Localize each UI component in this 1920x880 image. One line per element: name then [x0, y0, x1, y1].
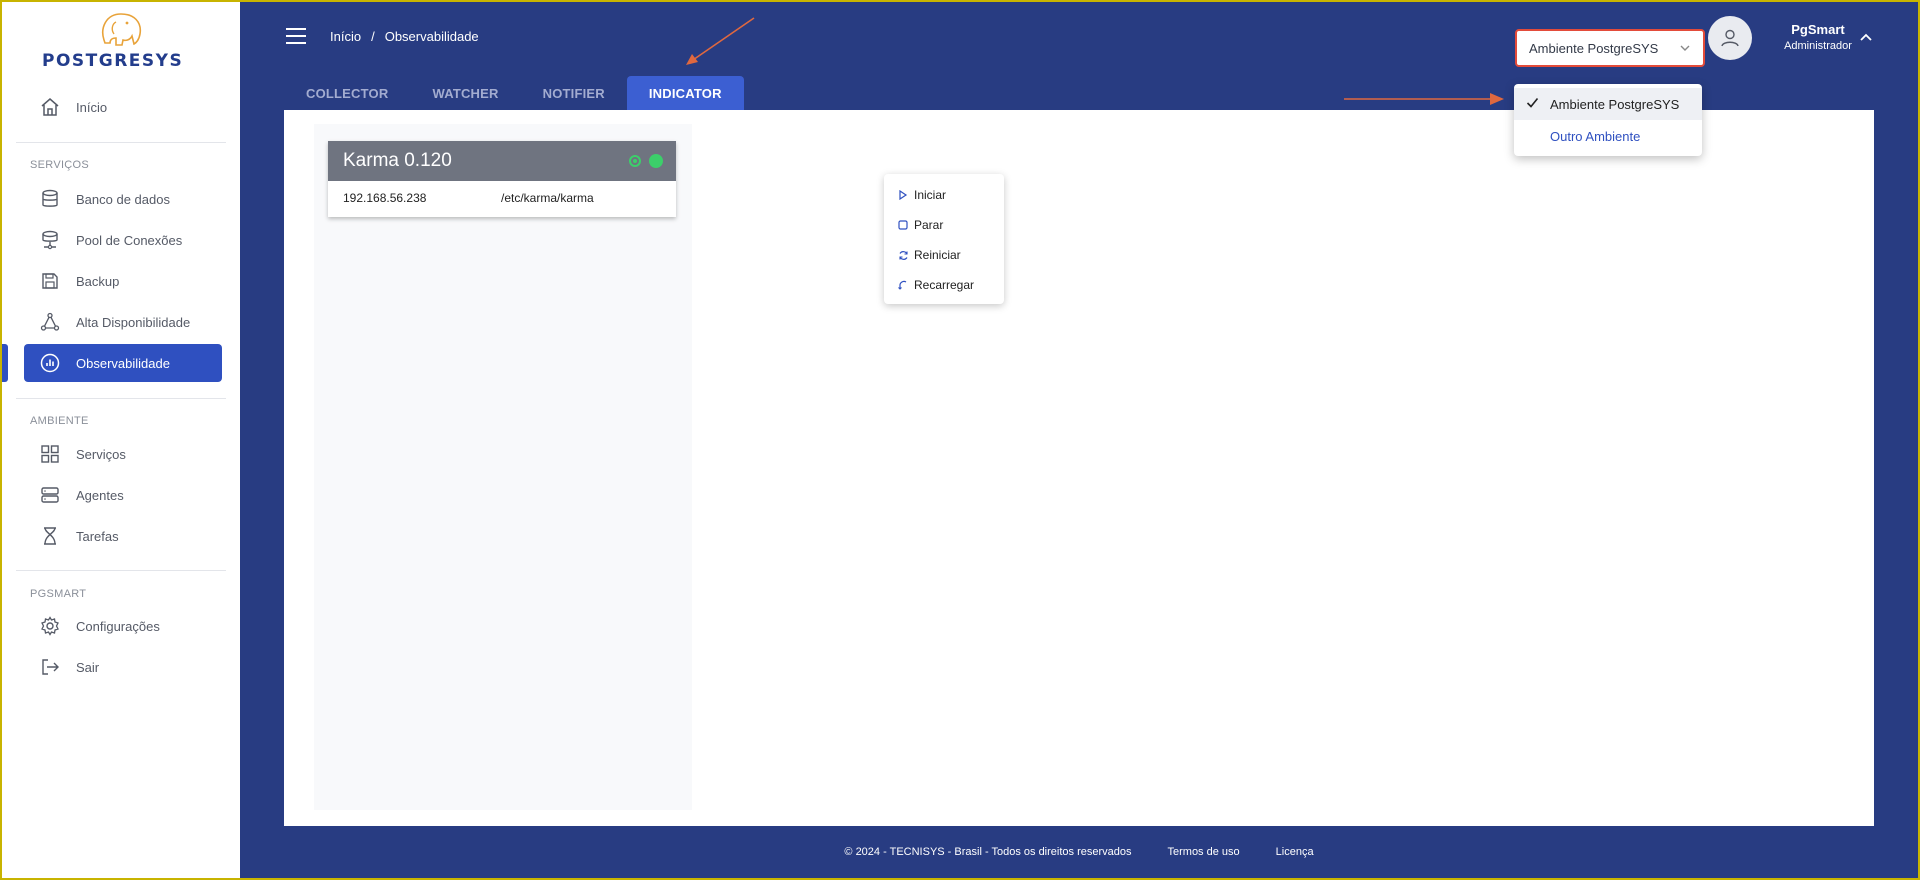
- menu-item-label: Recarregar: [914, 278, 975, 292]
- sidebar-item-label: Backup: [76, 273, 120, 289]
- tab-indicator[interactable]: INDICATOR: [626, 76, 744, 110]
- sidebar-item-label: Agentes: [76, 487, 124, 503]
- play-icon: [896, 188, 910, 202]
- sidebar-item-label: Serviços: [76, 446, 126, 462]
- tab-watcher[interactable]: WATCHER: [410, 76, 520, 110]
- menu-item-recarregar[interactable]: Recarregar: [884, 270, 1004, 300]
- server-icon: [38, 483, 62, 507]
- sidebar-item-pool-de-conexoes[interactable]: Pool de Conexões: [24, 221, 222, 259]
- tab-collector[interactable]: COLLECTOR: [284, 76, 410, 110]
- sidebar-item-label: Configurações: [76, 618, 160, 634]
- chevron-up-icon[interactable]: [1858, 30, 1874, 51]
- sidebar-item-label: Pool de Conexões: [76, 232, 183, 248]
- chevron-down-icon: [1679, 42, 1691, 57]
- section-label-servicos: SERVIÇOS: [30, 159, 90, 171]
- breadcrumb-current: Observabilidade: [384, 29, 479, 44]
- sidebar-item-servicos[interactable]: Serviços: [24, 435, 222, 473]
- service-ip: 192.168.56.238: [343, 191, 427, 205]
- sidebar: POSTGRESYS Início SERVIÇOS Banco de dado…: [2, 2, 240, 878]
- environment-option-outro[interactable]: Outro Ambiente: [1514, 120, 1702, 152]
- indicator-column: [314, 124, 692, 810]
- menu-item-label: Reiniciar: [914, 248, 961, 262]
- tab-notifier[interactable]: NOTIFIER: [521, 76, 627, 110]
- environment-option-postgresys[interactable]: Ambiente PostgreSYS: [1514, 88, 1702, 120]
- service-card-header: Karma 0.120: [328, 141, 676, 181]
- user-name: PgSmart: [1791, 22, 1845, 37]
- section-label-ambiente: AMBIENTE: [30, 415, 89, 427]
- sidebar-item-backup[interactable]: Backup: [24, 262, 222, 300]
- cluster-icon: [38, 310, 62, 334]
- breadcrumb: Início / Observabilidade: [330, 29, 479, 44]
- service-path: /etc/karma/karma: [501, 191, 594, 205]
- gear-icon: [38, 614, 62, 638]
- service-context-menu: Iniciar Parar Reiniciar Recarregar: [884, 174, 1004, 304]
- sidebar-item-observabilidade[interactable]: Observabilidade: [24, 344, 222, 382]
- status-dot-icon[interactable]: [649, 154, 663, 168]
- menu-toggle-icon[interactable]: [286, 28, 306, 44]
- refresh-icon: [896, 248, 910, 262]
- status-ring-icon: [629, 155, 641, 167]
- home-icon: [38, 95, 62, 119]
- sidebar-item-label: Observabilidade: [76, 355, 170, 371]
- sidebar-item-label: Início: [76, 99, 108, 115]
- service-card-title: Karma 0.120: [343, 150, 452, 171]
- environment-option-label: Outro Ambiente: [1550, 128, 1641, 144]
- environment-select-value: Ambiente PostgreSYS: [1529, 40, 1659, 56]
- footer-copyright: © 2024 - TECNISYS - Brasil - Todos os di…: [844, 846, 1132, 858]
- footer-terms-link[interactable]: Termos de uso: [1168, 846, 1240, 858]
- active-nav-marker: [0, 344, 8, 382]
- service-card[interactable]: Karma 0.120 192.168.56.238 /etc/karma/ka…: [328, 141, 676, 217]
- user-icon: [1721, 29, 1739, 47]
- grid-icon: [38, 442, 62, 466]
- menu-item-parar[interactable]: Parar: [884, 210, 1004, 240]
- database-network-icon: [38, 228, 62, 252]
- environment-dropdown: Ambiente PostgreSYS Outro Ambiente: [1514, 84, 1702, 156]
- chart-circle-icon: [38, 351, 62, 375]
- footer-license-link[interactable]: Licença: [1276, 846, 1314, 858]
- menu-item-reiniciar[interactable]: Reiniciar: [884, 240, 1004, 270]
- section-label-pgsmart: PGSMART: [30, 588, 87, 600]
- sidebar-item-label: Banco de dados: [76, 191, 170, 207]
- sidebar-item-sair[interactable]: Sair: [24, 648, 222, 686]
- logout-icon: [38, 655, 62, 679]
- database-icon: [38, 187, 62, 211]
- menu-item-iniciar[interactable]: Iniciar: [884, 180, 1004, 210]
- save-icon: [38, 269, 62, 293]
- menu-item-label: Iniciar: [914, 188, 947, 202]
- sidebar-item-configuracoes[interactable]: Configurações: [24, 607, 222, 645]
- footer: © 2024 - TECNISYS - Brasil - Todos os di…: [240, 842, 1918, 862]
- sidebar-divider: [16, 142, 226, 143]
- hourglass-icon: [38, 524, 62, 548]
- environment-option-label: Ambiente PostgreSYS: [1550, 96, 1680, 112]
- check-icon: [1526, 96, 1542, 112]
- sidebar-item-inicio[interactable]: Início: [24, 88, 222, 126]
- sidebar-divider: [16, 570, 226, 571]
- reload-icon: [896, 278, 910, 292]
- sidebar-item-banco-de-dados[interactable]: Banco de dados: [24, 180, 222, 218]
- breadcrumb-link-inicio[interactable]: Início: [330, 29, 361, 44]
- brand-logo[interactable]: POSTGRESYS: [38, 10, 208, 71]
- stop-icon: [896, 218, 910, 232]
- user-role: Administrador: [1784, 40, 1852, 52]
- sidebar-item-label: Alta Disponibilidade: [76, 314, 191, 330]
- sidebar-item-agentes[interactable]: Agentes: [24, 476, 222, 514]
- tab-bar: COLLECTOR WATCHER NOTIFIER INDICATOR: [284, 76, 744, 110]
- avatar[interactable]: [1708, 16, 1752, 60]
- sidebar-item-tarefas[interactable]: Tarefas: [24, 517, 222, 555]
- brand-name: POSTGRESYS: [42, 51, 184, 71]
- sidebar-item-label: Sair: [76, 659, 100, 675]
- tab-content: Karma 0.120 192.168.56.238 /etc/karma/ka…: [284, 110, 1874, 826]
- menu-item-label: Parar: [914, 218, 944, 232]
- environment-select[interactable]: Ambiente PostgreSYS: [1515, 29, 1705, 67]
- sidebar-divider: [16, 398, 226, 399]
- elephant-icon: [102, 13, 142, 46]
- sidebar-item-alta-disponibilidade[interactable]: Alta Disponibilidade: [24, 303, 222, 341]
- sidebar-item-label: Tarefas: [76, 528, 119, 544]
